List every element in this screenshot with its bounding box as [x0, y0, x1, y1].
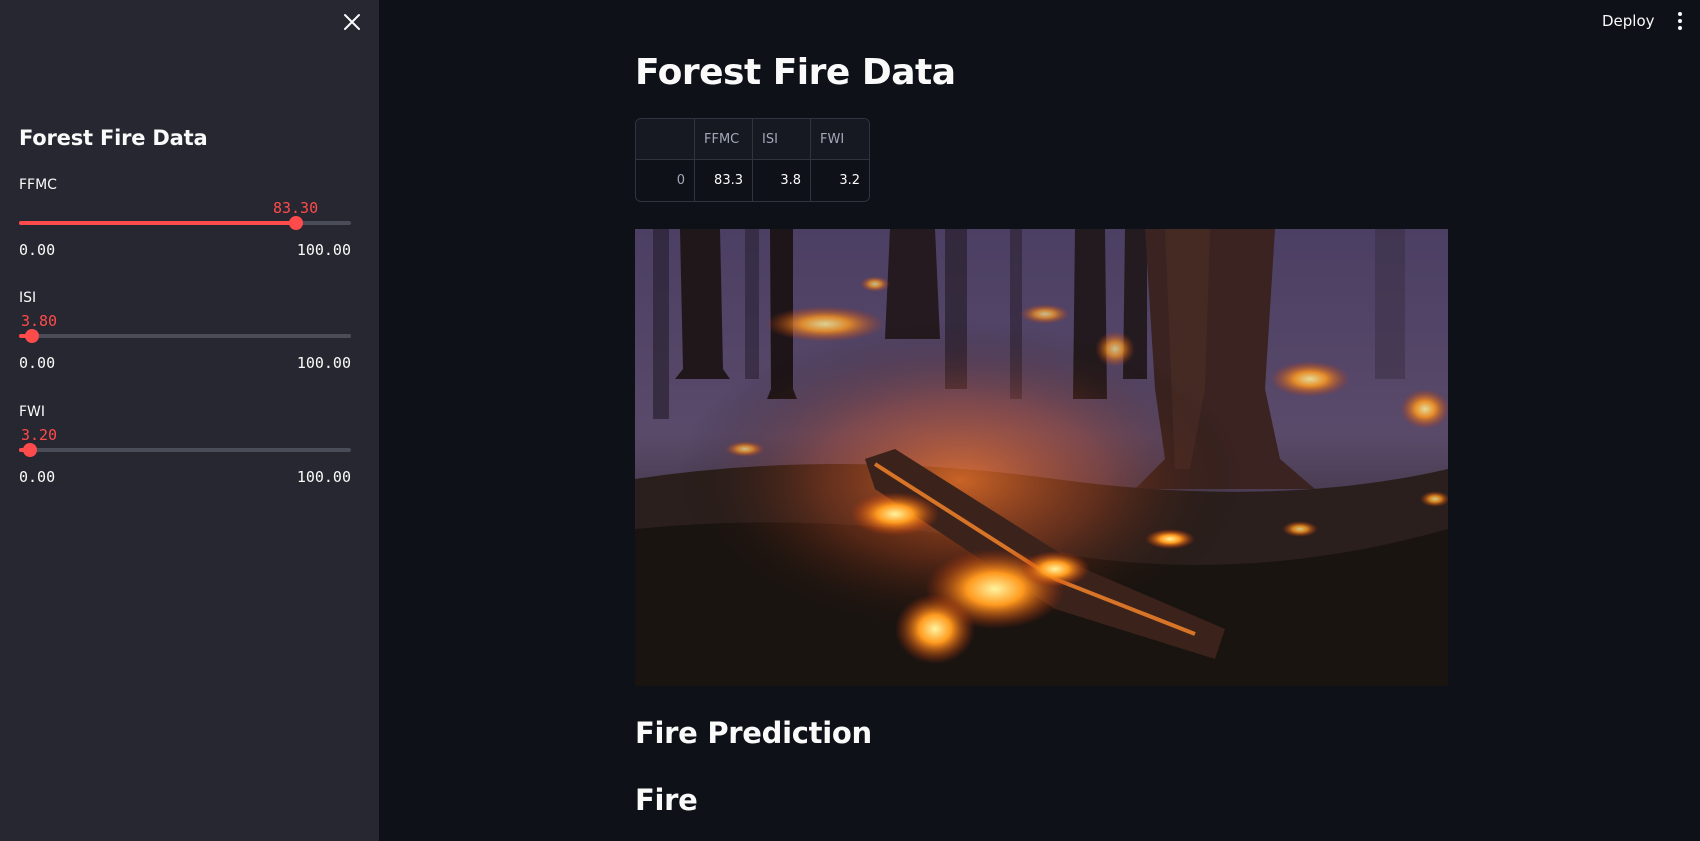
slider-fill [19, 221, 296, 225]
slider-min: 0.00 [19, 468, 56, 486]
slider-thumb[interactable] [288, 216, 303, 230]
table-header-index[interactable] [636, 119, 695, 160]
slider-value: 3.80 [20, 312, 58, 330]
page-title: Forest Fire Data [635, 52, 956, 93]
slider-isi: ISI 3.80 0.00 100.00 [19, 290, 351, 390]
table-cell[interactable]: 83.3 [695, 160, 753, 201]
table-row: 0 83.3 3.8 3.2 [636, 160, 869, 201]
forest-fire-image [635, 229, 1448, 686]
slider-max: 100.00 [296, 468, 351, 486]
app-root: Forest Fire Data FFMC 83.30 0.00 100.00 … [0, 0, 1700, 841]
slider-track[interactable] [19, 216, 351, 230]
deploy-button[interactable]: Deploy [1594, 9, 1663, 33]
slider-min: 0.00 [19, 354, 56, 372]
table-cell[interactable]: 3.2 [811, 160, 869, 201]
more-vertical-icon[interactable] [1674, 10, 1686, 32]
prediction-heading: Fire Prediction [635, 716, 872, 750]
slider-label: ISI [19, 290, 37, 306]
slider-max: 100.00 [296, 241, 351, 259]
table-cell-index[interactable]: 0 [636, 160, 695, 201]
slider-fwi: FWI 3.20 0.00 100.00 [19, 404, 351, 504]
close-icon[interactable] [340, 10, 364, 34]
table-header-ffmc[interactable]: FFMC [695, 119, 753, 160]
slider-label: FFMC [19, 177, 57, 193]
slider-label: FWI [19, 404, 46, 420]
slider-thumb[interactable] [24, 329, 39, 343]
slider-value: 3.20 [20, 426, 58, 444]
table-header-fwi[interactable]: FWI [811, 119, 869, 160]
sidebar: Forest Fire Data FFMC 83.30 0.00 100.00 … [0, 0, 379, 841]
slider-thumb[interactable] [22, 443, 37, 457]
data-table: FFMC ISI FWI 0 83.3 3.8 3.2 [635, 118, 870, 202]
table-header-isi[interactable]: ISI [753, 119, 811, 160]
slider-track[interactable] [19, 329, 351, 343]
sidebar-title: Forest Fire Data [19, 126, 208, 150]
slider-ffmc: FFMC 83.30 0.00 100.00 [19, 177, 351, 277]
table-header-row: FFMC ISI FWI [636, 119, 869, 160]
slider-min: 0.00 [19, 241, 56, 259]
slider-max: 100.00 [296, 354, 351, 372]
prediction-result: Fire [635, 783, 698, 817]
table-cell[interactable]: 3.8 [753, 160, 811, 201]
slider-value: 83.30 [272, 199, 319, 217]
slider-track[interactable] [19, 443, 351, 457]
